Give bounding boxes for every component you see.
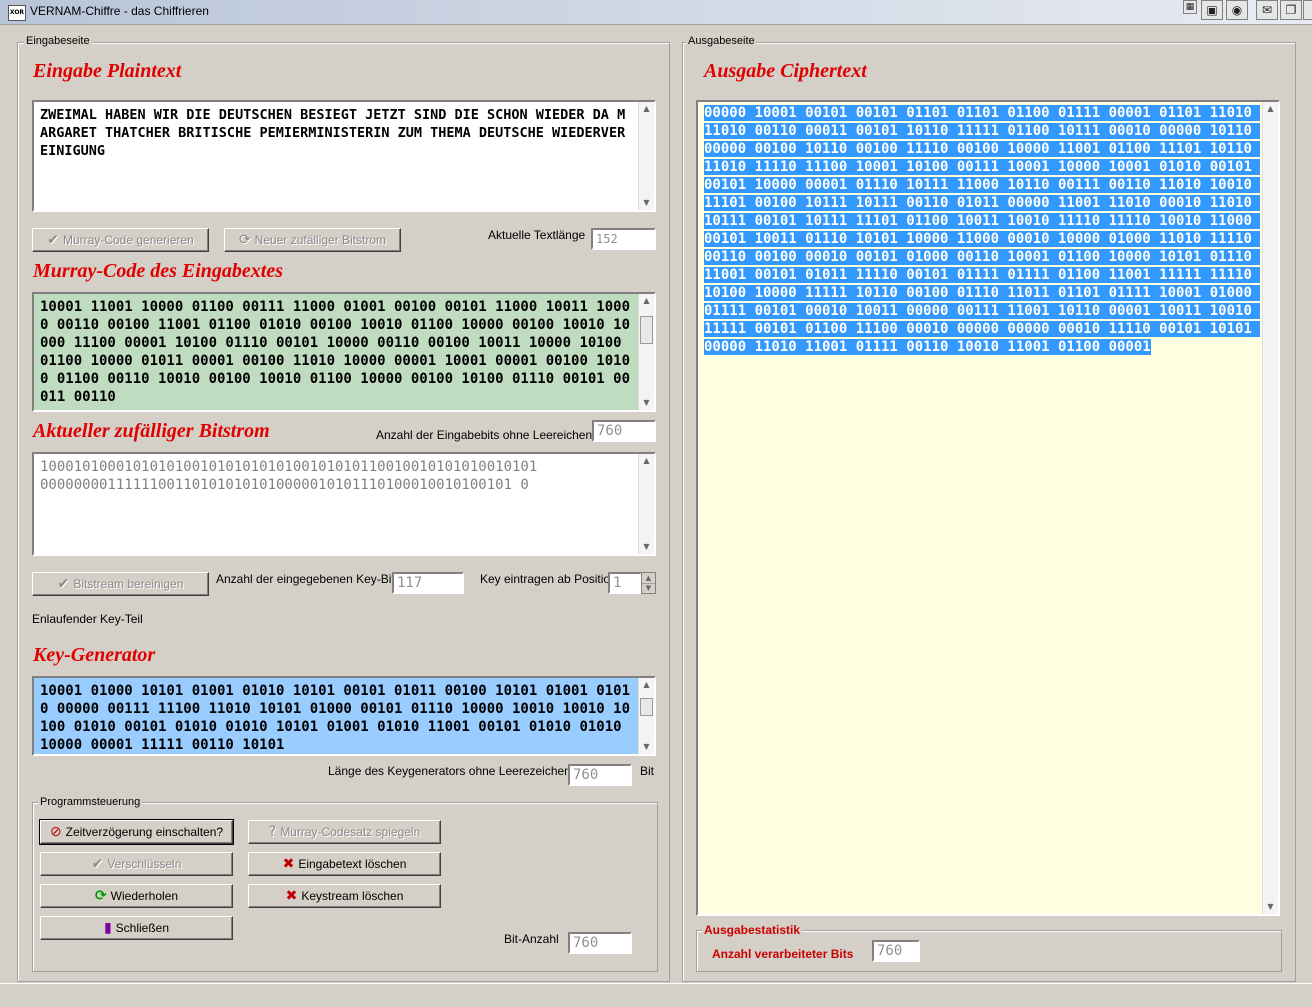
ciphertext-selected-text: 00000 10001 00101 00101 01101 01101 0110… <box>704 105 1261 355</box>
program-control-legend: Programmsteuerung <box>38 796 143 808</box>
mail-icon[interactable]: ✉ <box>1256 0 1278 20</box>
scroll-up-icon[interactable]: ▲ <box>639 294 654 308</box>
restore-icon[interactable]: ❐ <box>1280 0 1302 20</box>
scroll-down-icon[interactable]: ▼ <box>639 196 654 210</box>
scroll-thumb[interactable] <box>640 698 653 716</box>
keybits-field: 117 <box>392 572 464 594</box>
repeat-arrows-icon: ⟳ <box>94 888 107 904</box>
ciphertext-scrollbar[interactable]: ▲ ▼ <box>1262 102 1278 914</box>
scroll-thumb[interactable] <box>640 316 653 344</box>
keygen-length-unit: Bit <box>640 764 655 778</box>
status-bar <box>0 983 1312 1007</box>
scroll-up-icon[interactable]: ▲ <box>1263 102 1278 116</box>
text-length-label: Aktuelle Textlänge <box>488 228 586 242</box>
bitstream-heading: Aktueller zufälliger Bitstrom <box>33 420 270 442</box>
input-side-legend: Eingabeseite <box>24 35 92 47</box>
repeat-label: Wiederholen <box>110 889 179 903</box>
position-label: Key eintragen ab Position <box>480 572 617 586</box>
keybits-label: Anzahl der eingegebenen Key-Bits <box>216 572 401 586</box>
text-length-field: 152 <box>591 228 656 250</box>
window-icon[interactable]: ▣ <box>1201 0 1223 20</box>
checkmark-icon: ✔ <box>57 576 70 592</box>
spin-down-icon[interactable]: ▼ <box>642 583 655 593</box>
murray-scrollbar[interactable]: ▲ ▼ <box>638 294 654 410</box>
murray-generate-button[interactable]: ✔ Murray-Code generieren <box>32 228 209 252</box>
keygen-heading: Key-Generator <box>33 644 156 666</box>
encrypt-label: Verschlüsseln <box>107 857 182 871</box>
mirror-button[interactable]: ? Murray-Codesatz spiegeln <box>248 820 441 844</box>
bitstream-text: 1000101000101010100101010101010010101011… <box>40 459 538 493</box>
delay-label: Zeitverzögerung einschalten? <box>65 825 224 839</box>
title-bar: XOR VERNAM-Chiffre - das Chiffrieren ▦ ▣… <box>0 0 1312 25</box>
delete-x-icon: ✖ <box>285 888 298 904</box>
input-bits-field: 760 <box>592 420 656 442</box>
ciphertext-heading: Ausgabe Ciphertext <box>704 60 867 82</box>
bitstream-area[interactable]: 1000101000101010100101010101010010101011… <box>32 452 656 556</box>
output-side-legend: Ausgabeseite <box>686 35 757 47</box>
scroll-down-icon[interactable]: ▼ <box>1263 900 1278 914</box>
xor-app-icon: XOR <box>8 5 26 21</box>
plaintext-heading: Eingabe Plaintext <box>33 60 182 82</box>
plaintext-scrollbar[interactable]: ▲ ▼ <box>638 102 654 210</box>
ciphertext-output[interactable]: 00000 10001 00101 00101 01101 01101 0110… <box>696 100 1280 916</box>
scroll-down-icon[interactable]: ▼ <box>639 740 654 754</box>
scroll-up-icon[interactable]: ▲ <box>639 102 654 116</box>
clear-keystream-label: Keystream löschen <box>301 889 404 903</box>
refresh-icon: ⟳ <box>238 232 251 248</box>
bitstream-scrollbar[interactable]: ▲ ▼ <box>638 454 654 554</box>
clean-bitstream-button[interactable]: ✔ Bitstream bereinigen <box>32 572 209 596</box>
bitcount-label: Bit-Anzahl <box>504 932 559 946</box>
window-title: VERNAM-Chiffre - das Chiffrieren <box>30 4 209 18</box>
murray-generate-label: Murray-Code generieren <box>63 233 194 247</box>
processed-bits-label: Anzahl verarbeiteter Bits <box>712 947 854 961</box>
new-bitstream-label: Neuer zufälliger Bitstrom <box>254 233 387 247</box>
keygen-text: 10001 01000 10101 01001 01010 10101 0010… <box>40 683 631 752</box>
encrypt-button[interactable]: ✔ Verschlüsseln <box>40 852 233 876</box>
clear-input-button[interactable]: ✖ Eingabetext löschen <box>248 852 441 876</box>
position-field[interactable]: 1 <box>608 572 642 594</box>
close-button[interactable]: ▮ Schließen <box>40 916 233 940</box>
keygen-scrollbar[interactable]: ▲ ▼ <box>638 678 654 754</box>
murray-code-text: 10001 11001 10000 01100 00111 11000 0100… <box>40 299 631 405</box>
repeat-button[interactable]: ⟳ Wiederholen <box>40 884 233 908</box>
close-label: Schließen <box>115 921 170 935</box>
clear-keystream-button[interactable]: ✖ Keystream löschen <box>248 884 441 908</box>
no-entry-icon: ⊘ <box>49 824 62 840</box>
scroll-up-icon[interactable]: ▲ <box>639 454 654 468</box>
processed-bits-field: 760 <box>872 940 920 962</box>
incoming-key-label: Enlaufender Key-Teil <box>32 612 143 626</box>
clean-bitstream-label: Bitstream bereinigen <box>73 577 184 591</box>
scroll-down-icon[interactable]: ▼ <box>639 540 654 554</box>
position-spinner[interactable]: ▲ ▼ <box>641 572 656 594</box>
exit-door-icon: ▮ <box>103 920 112 936</box>
scroll-up-icon[interactable]: ▲ <box>639 678 654 692</box>
clear-input-label: Eingabetext löschen <box>298 857 407 871</box>
new-bitstream-button[interactable]: ⟳ Neuer zufälliger Bitstrom <box>224 228 401 252</box>
question-icon: ? <box>268 824 277 840</box>
plaintext-text: ZWEIMAL HABEN WIR DIE DEUTSCHEN BESIEGT … <box>40 107 626 159</box>
keygen-area[interactable]: 10001 01000 10101 01001 01010 10101 0010… <box>32 676 656 756</box>
extra-icon[interactable] <box>1303 0 1312 20</box>
keygen-length-field: 760 <box>568 764 632 786</box>
delay-button[interactable]: ⊘ Zeitverzögerung einschalten? <box>39 819 234 845</box>
plaintext-input[interactable]: ZWEIMAL HABEN WIR DIE DEUTSCHEN BESIEGT … <box>32 100 656 212</box>
bitcount-field: 760 <box>568 932 632 954</box>
checkmark-icon: ✔ <box>47 232 59 248</box>
delete-x-icon: ✖ <box>282 856 295 872</box>
grid-icon[interactable]: ▦ <box>1183 0 1197 14</box>
murray-heading: Murray-Code des Eingabextes <box>33 260 283 282</box>
palette-icon[interactable]: ◉ <box>1226 0 1248 20</box>
input-bits-label: Anzahl der Eingabebits ohne Leereichen <box>376 428 593 442</box>
keygen-length-label: Länge des Keygenerators ohne Leerezeiche… <box>328 764 571 778</box>
scroll-down-icon[interactable]: ▼ <box>639 396 654 410</box>
output-stats-legend: Ausgabestatistik <box>702 923 803 937</box>
checkmark-icon: ✔ <box>91 856 104 872</box>
murray-code-area[interactable]: 10001 11001 10000 01100 00111 11000 0100… <box>32 292 656 412</box>
ciphertext-content: 00000 10001 00101 00101 01101 01101 0110… <box>700 104 1261 912</box>
mirror-label: Murray-Codesatz spiegeln <box>280 825 421 839</box>
